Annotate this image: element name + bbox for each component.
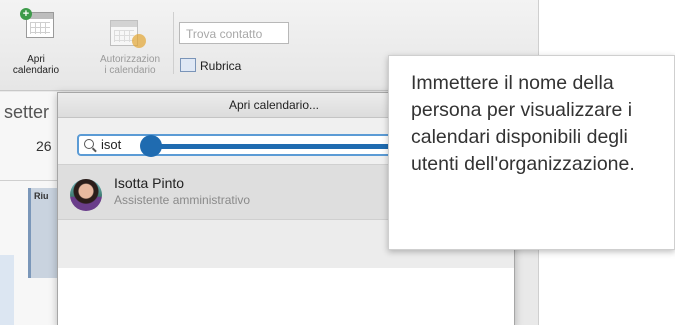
ribbon-separator [173, 12, 174, 74]
search-icon [84, 139, 94, 149]
callout-pointer-line [151, 144, 391, 149]
callout-pointer-dot [140, 135, 162, 157]
calendar-event[interactable]: Riu [28, 188, 58, 278]
result-name: Isotta Pinto [114, 175, 185, 191]
open-calendar-label: Apri calendario [12, 54, 60, 76]
result-role: Assistente amministrativo [114, 193, 251, 207]
calendar-permissions-label: Autorizzazion i calendario [99, 54, 161, 76]
calendar-event-title: Riu [34, 191, 49, 201]
day-number: 26 [36, 138, 52, 154]
calendar-permissions-button[interactable]: Autorizzazion i calendario [90, 8, 170, 88]
calendar-divider [0, 180, 58, 181]
find-contact-input[interactable]: Trova contatto [179, 22, 289, 44]
key-icon [132, 34, 146, 48]
address-book-icon [180, 58, 196, 72]
address-book-button[interactable]: Rubrica [180, 58, 241, 73]
dialog-title: Apri calendario... [228, 98, 320, 112]
calendar-event-strip [0, 255, 14, 325]
open-calendar-button[interactable]: + Apri calendario [4, 8, 68, 88]
dialog-lower-area [58, 269, 514, 325]
person-search-value: isot [101, 137, 122, 152]
month-label: setter [4, 102, 50, 122]
address-book-label: Rubrica [200, 59, 242, 73]
avatar [70, 179, 102, 211]
callout-text: Immettere il nome della persona per visu… [411, 72, 635, 175]
instruction-callout: Immettere il nome della persona per visu… [388, 55, 675, 250]
add-icon: + [20, 8, 32, 20]
